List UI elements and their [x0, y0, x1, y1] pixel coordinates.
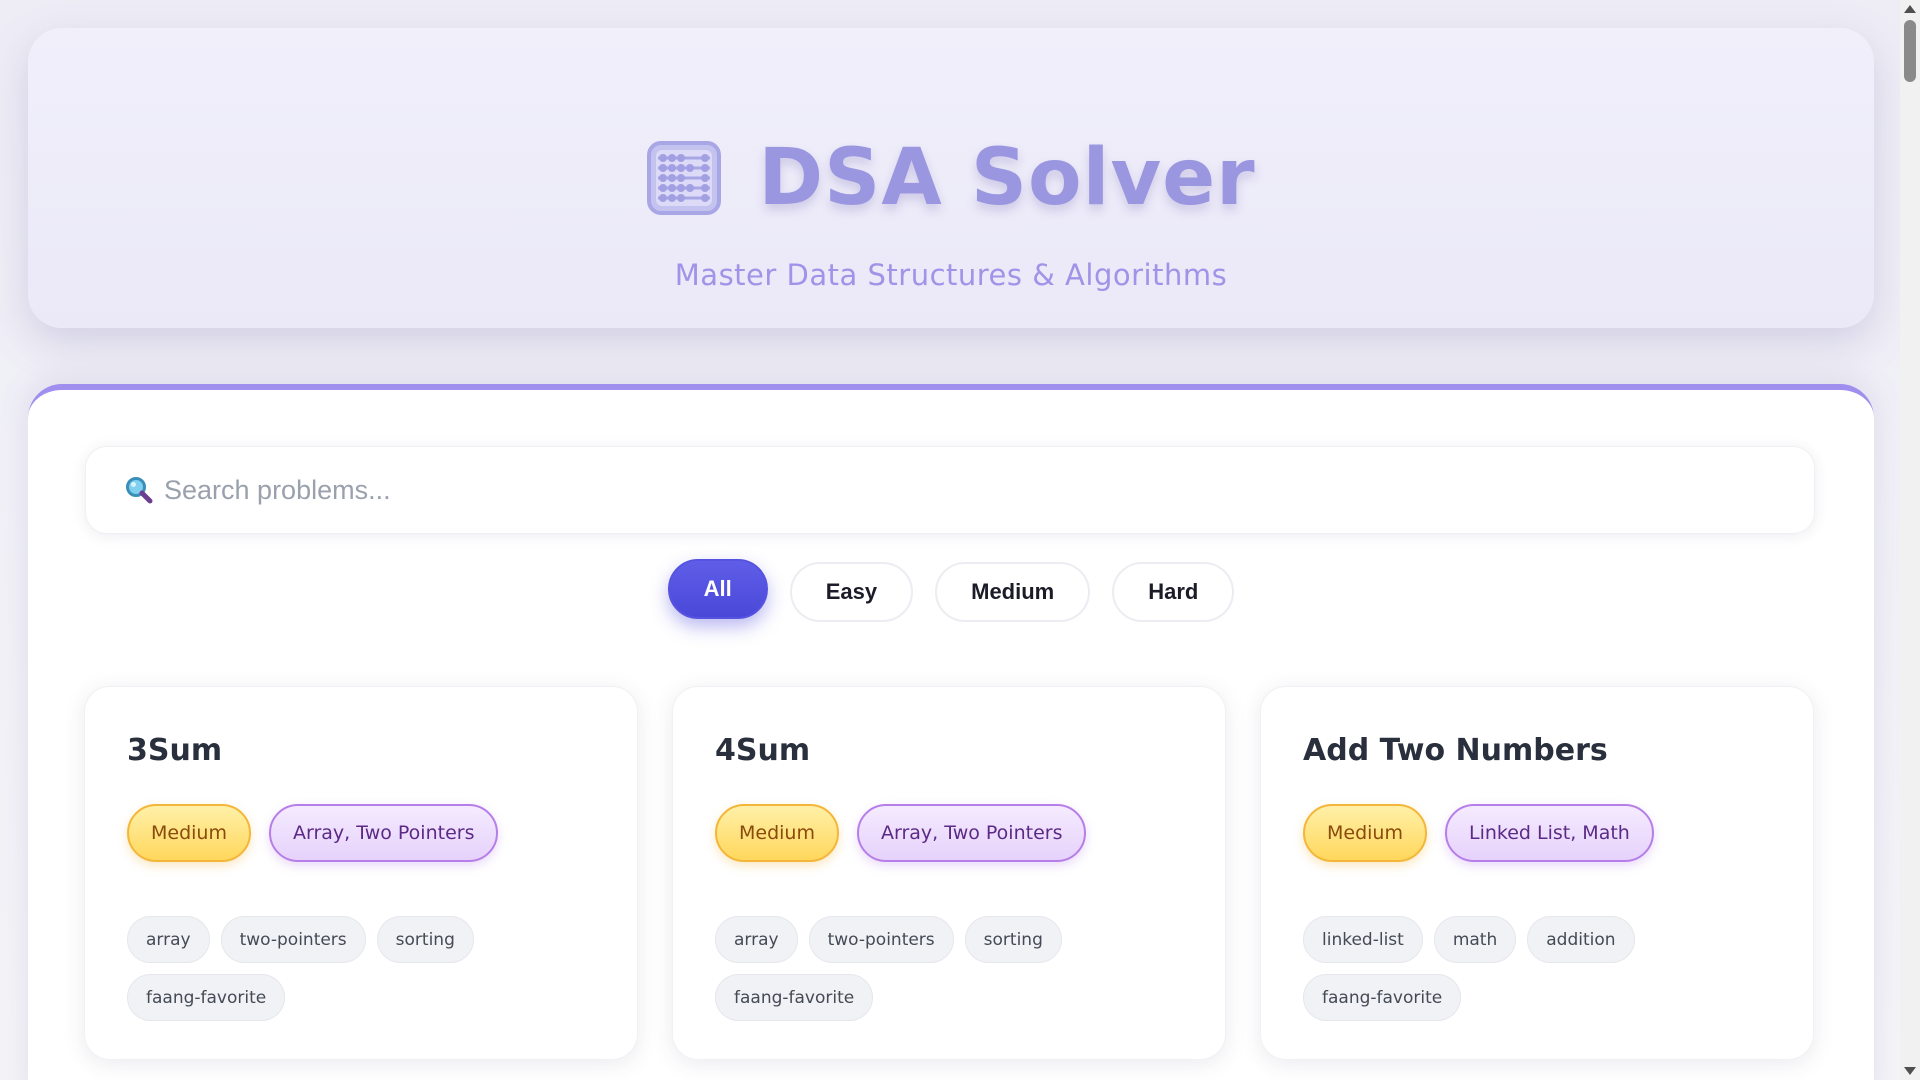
problem-card-grid: 3Sum Medium Array, Two Pointers array tw… — [84, 686, 1816, 1060]
filter-medium-button[interactable]: Medium — [935, 562, 1091, 622]
tag: linked-list — [1303, 916, 1423, 963]
scroll-up-arrow-icon[interactable] — [1904, 5, 1916, 13]
problems-panel: All Easy Medium Hard 3Sum Medium Array, … — [28, 384, 1874, 1080]
problem-card[interactable]: 4Sum Medium Array, Two Pointers array tw… — [672, 686, 1226, 1060]
difficulty-badge: Medium — [1303, 804, 1427, 862]
problem-card[interactable]: 3Sum Medium Array, Two Pointers array tw… — [84, 686, 638, 1060]
page: DSA Solver Master Data Structures & Algo… — [0, 0, 1900, 1080]
problem-tags: linked-list math addition faang-favorite — [1303, 916, 1773, 1021]
problem-title: 4Sum — [715, 733, 811, 768]
tag: sorting — [964, 916, 1062, 963]
difficulty-filters: All Easy Medium Hard — [28, 559, 1874, 622]
tag: two-pointers — [808, 916, 954, 963]
tag: math — [1433, 916, 1517, 963]
difficulty-badge: Medium — [715, 804, 839, 862]
scroll-down-arrow-icon[interactable] — [1904, 1067, 1916, 1075]
tag: addition — [1527, 916, 1635, 963]
tag: array — [127, 916, 210, 963]
problem-badges: Medium Array, Two Pointers — [715, 804, 1183, 862]
filter-easy-button[interactable]: Easy — [789, 562, 914, 622]
problem-tags: array two-pointers sorting faang-favorit… — [127, 916, 597, 1021]
tag: array — [715, 916, 798, 963]
search-input[interactable] — [164, 474, 1764, 506]
tag: faang-favorite — [1303, 974, 1462, 1021]
category-badge: Array, Two Pointers — [268, 804, 499, 862]
search-icon — [126, 477, 153, 504]
filter-hard-button[interactable]: Hard — [1112, 562, 1235, 622]
tag: two-pointers — [220, 916, 366, 963]
app-subtitle: Master Data Structures & Algorithms — [674, 258, 1228, 292]
title-row: DSA Solver — [28, 133, 1874, 223]
problem-title: Add Two Numbers — [1303, 733, 1608, 768]
scrollbar-thumb[interactable] — [1904, 20, 1916, 82]
tag: faang-favorite — [715, 974, 874, 1021]
category-badge: Linked List, Math — [1444, 804, 1654, 862]
difficulty-badge: Medium — [127, 804, 251, 862]
tag: faang-favorite — [127, 974, 286, 1021]
app-title: DSA Solver — [758, 133, 1256, 223]
problem-title: 3Sum — [127, 733, 223, 768]
abacus-icon — [647, 141, 722, 215]
page-scrollbar[interactable] — [1900, 0, 1920, 1080]
tag: sorting — [376, 916, 474, 963]
category-badge: Array, Two Pointers — [856, 804, 1087, 862]
search-box[interactable] — [85, 446, 1815, 534]
problem-badges: Medium Linked List, Math — [1303, 804, 1771, 862]
app-header: DSA Solver Master Data Structures & Algo… — [28, 28, 1874, 328]
problem-tags: array two-pointers sorting faang-favorit… — [715, 916, 1185, 1021]
problem-badges: Medium Array, Two Pointers — [127, 804, 595, 862]
filter-all-button[interactable]: All — [667, 559, 768, 619]
problem-card[interactable]: Add Two Numbers Medium Linked List, Math… — [1260, 686, 1814, 1060]
